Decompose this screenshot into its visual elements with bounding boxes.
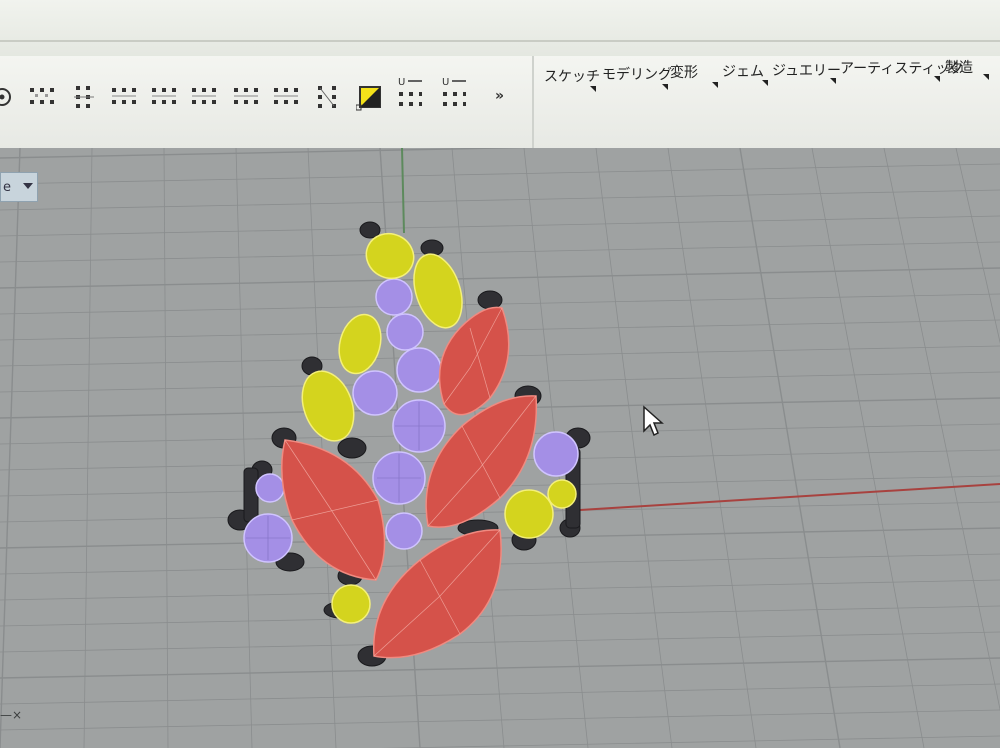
svg-text:U: U bbox=[442, 77, 449, 88]
purple-gem bbox=[255, 473, 285, 503]
node-icon[interactable] bbox=[316, 84, 342, 110]
purple-gem bbox=[385, 512, 423, 550]
tab-sketch-dropdown-icon[interactable] bbox=[590, 86, 596, 92]
tab-gem-dropdown-icon[interactable] bbox=[762, 80, 768, 86]
purple-gem bbox=[352, 370, 398, 416]
tab-manufacturing[interactable]: 製造 bbox=[945, 57, 973, 77]
tab-transform-dropdown-icon[interactable] bbox=[712, 82, 718, 88]
points-off-icon[interactable] bbox=[72, 84, 98, 110]
viewport-title-tab[interactable]: e bbox=[0, 172, 38, 202]
tab-label: 製造 bbox=[945, 60, 973, 76]
toolbar: U U » スケッチ モデリング 変形 ジェム ジュエリー アーティスティック bbox=[0, 56, 1000, 150]
window-title-strip bbox=[0, 0, 1000, 58]
svg-text:U: U bbox=[398, 77, 405, 88]
handlebar-icon[interactable] bbox=[232, 84, 258, 110]
purple-gem bbox=[386, 313, 424, 351]
viewport-title-text: e bbox=[3, 179, 11, 195]
yellow-round-gem bbox=[331, 584, 371, 624]
purple-gem bbox=[375, 278, 413, 316]
tab-label: ジュエリー bbox=[772, 63, 842, 79]
record-icon[interactable] bbox=[0, 84, 18, 110]
yellow-round-gem bbox=[547, 479, 577, 509]
title-divider bbox=[0, 40, 1000, 42]
point-grid-icon[interactable] bbox=[272, 84, 298, 110]
edit-points-icon[interactable] bbox=[150, 84, 176, 110]
tab-modeling[interactable]: モデリング bbox=[602, 64, 672, 84]
tab-jewelry[interactable]: ジュエリー bbox=[772, 60, 841, 80]
mouse-cursor-icon bbox=[643, 405, 664, 437]
tab-modeling-dropdown-icon[interactable] bbox=[662, 84, 668, 90]
move-uvn-alt-icon[interactable]: U bbox=[440, 74, 466, 110]
tab-sketch[interactable]: スケッチ bbox=[544, 66, 600, 86]
grip-icon[interactable] bbox=[190, 84, 216, 110]
tab-label: スケッチ bbox=[544, 69, 600, 85]
tab-transform[interactable]: 変形 bbox=[670, 62, 698, 82]
tab-label: モデリング bbox=[602, 67, 672, 83]
move-uvn-icon[interactable]: U bbox=[396, 74, 422, 110]
points-on-icon[interactable] bbox=[28, 84, 54, 110]
tab-manufacturing-dropdown-icon[interactable] bbox=[983, 74, 989, 80]
tab-artistic-dropdown-icon[interactable] bbox=[934, 76, 940, 82]
tab-label: 変形 bbox=[670, 65, 698, 81]
perspective-viewport[interactable] bbox=[0, 148, 1000, 748]
tab-label: ジェム bbox=[722, 64, 764, 80]
selection-toggle-icon[interactable] bbox=[356, 84, 382, 111]
tab-gem[interactable]: ジェム bbox=[722, 61, 764, 81]
purple-gem bbox=[396, 347, 442, 393]
point-tools-group: U U » bbox=[0, 56, 534, 148]
tab-jewelry-dropdown-icon[interactable] bbox=[830, 78, 836, 84]
axis-indicator: —× bbox=[0, 708, 23, 722]
purple-gem bbox=[533, 431, 579, 477]
toolbar-tabs: スケッチ モデリング 変形 ジェム ジュエリー アーティスティック 製造 bbox=[540, 56, 1000, 148]
viewport-menu-dropdown-icon[interactable] bbox=[23, 183, 33, 189]
control-points-icon[interactable] bbox=[110, 84, 136, 110]
toolbar-overflow-button[interactable]: » bbox=[495, 88, 504, 104]
yellow-round-gem bbox=[504, 489, 554, 539]
